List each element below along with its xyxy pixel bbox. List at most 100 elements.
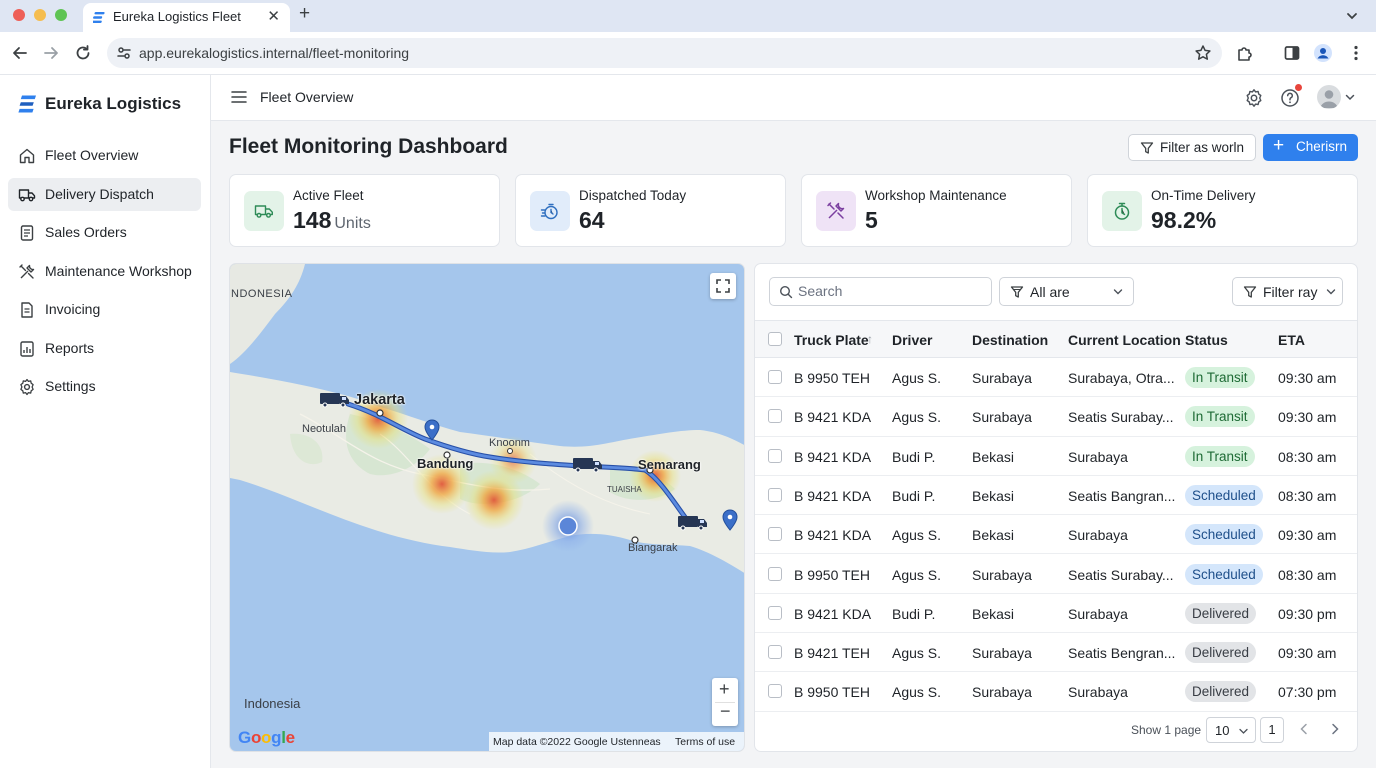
- tab-title: Eureka Logistics Fleet: [113, 9, 241, 24]
- profile-icon[interactable]: [1313, 43, 1333, 63]
- avatar[interactable]: [1317, 85, 1341, 109]
- map-fullscreen-button[interactable]: [710, 273, 736, 299]
- reload-icon[interactable]: [73, 43, 93, 63]
- stat-card-workshop-maintenance[interactable]: Workshop Maintenance 5: [801, 174, 1072, 247]
- extensions-puzzle-icon[interactable]: [1235, 43, 1255, 63]
- select-all-checkbox[interactable]: [768, 332, 782, 346]
- map-label-knoonm: Knoonm: [489, 437, 530, 449]
- eureka-logo-icon: [18, 95, 36, 113]
- zoom-in-icon[interactable]: +: [719, 679, 730, 700]
- zoom-out-icon[interactable]: −: [720, 701, 731, 722]
- stat-card-active-fleet[interactable]: Active Fleet 148 Units: [229, 174, 500, 247]
- row-checkbox[interactable]: [768, 448, 782, 463]
- sidebar-item-reports[interactable]: Reports: [8, 332, 201, 365]
- page-size-select[interactable]: 10: [1206, 717, 1256, 743]
- row-checkbox[interactable]: [768, 645, 782, 660]
- row-checkbox[interactable]: [768, 527, 782, 542]
- status-badge: Delivered: [1185, 642, 1257, 664]
- page-title: Fleet Monitoring Dashboard: [229, 135, 508, 158]
- row-checkbox[interactable]: [768, 487, 782, 502]
- back-arrow-icon[interactable]: [10, 43, 30, 63]
- settings-gear-icon[interactable]: [1244, 88, 1264, 108]
- row-checkbox[interactable]: [768, 370, 782, 384]
- sidebar-item-maintenance-workshop[interactable]: Maintenance Workshop: [8, 255, 201, 288]
- table-row[interactable]: B 9421 KDA Budi P. Bekasi Surabaya In Transi…: [755, 437, 1357, 476]
- window-minimize-button[interactable]: [34, 9, 46, 21]
- cell-destination: Bekasi: [972, 605, 1015, 622]
- row-checkbox[interactable]: [768, 684, 782, 699]
- window-maximize-button[interactable]: [55, 9, 67, 21]
- column-header-destination[interactable]: Destination: [972, 332, 1048, 348]
- table-row[interactable]: B 9950 TEH Agus S. Surabaya Surabaya Deliver…: [755, 672, 1357, 712]
- bookmark-star-icon[interactable]: [1194, 44, 1212, 62]
- row-checkbox[interactable]: [768, 605, 782, 620]
- column-header-truck-plate[interactable]: Truck Plate: [794, 332, 869, 348]
- sidebar-item-fleet-overview[interactable]: Fleet Overview: [8, 139, 201, 172]
- stat-card-dispatched-today[interactable]: Dispatched Today 64: [515, 174, 786, 247]
- tab-close-icon[interactable]: ✕: [267, 7, 280, 25]
- previous-page-icon[interactable]: [1296, 721, 1312, 737]
- filter-button[interactable]: Filter as worln: [1128, 134, 1256, 161]
- url-text[interactable]: app.eurekalogistics.internal/fleet-monit…: [139, 45, 409, 61]
- plus-icon: +: [1273, 135, 1285, 156]
- notification-dot: [1295, 84, 1302, 91]
- new-tab-icon[interactable]: +: [299, 3, 310, 25]
- stat-card-on-time-delivery[interactable]: On-Time Delivery 98.2%: [1087, 174, 1358, 247]
- table-row[interactable]: B 9421 KDA Budi P. Bekasi Seatis Bangran...…: [755, 476, 1357, 516]
- current-page-button[interactable]: 1: [1260, 717, 1284, 743]
- cell-driver: Agus S.: [892, 566, 942, 583]
- document-icon: [20, 225, 34, 241]
- table-row[interactable]: B 9950 TEH Agus S. Surabaya Seatis Surabay.…: [755, 555, 1357, 594]
- cell-eta: 09:30 am: [1278, 645, 1337, 662]
- map-terms-link[interactable]: Terms of use: [675, 736, 735, 748]
- account-chevron-down-icon[interactable]: [1344, 91, 1356, 103]
- map-label-semarang: Semarang: [638, 457, 701, 472]
- column-header-driver[interactable]: Driver: [892, 332, 932, 348]
- cell-eta: 07:30 pm: [1278, 684, 1337, 701]
- row-checkbox[interactable]: [768, 566, 782, 581]
- status-badge: In Transit: [1185, 445, 1255, 467]
- cell-current-location: Seatis Bengran...: [1068, 645, 1176, 662]
- table-row[interactable]: B 9421 TEH Agus S. Surabaya Seatis Bengran.…: [755, 633, 1357, 673]
- search-field[interactable]: [769, 277, 992, 306]
- site-settings-icon[interactable]: [116, 45, 132, 61]
- side-panel-icon[interactable]: [1282, 43, 1302, 63]
- window-close-button[interactable]: [13, 9, 25, 21]
- browser-menu-icon[interactable]: [1346, 43, 1366, 63]
- cell-destination: Surabaya: [972, 409, 1032, 426]
- browser-tab[interactable]: Eureka Logistics Fleet ✕: [83, 3, 290, 32]
- sort-arrow-icon[interactable]: ↑: [867, 332, 873, 346]
- stat-value: 98.2%: [1151, 207, 1217, 233]
- cell-destination: Surabaya: [972, 684, 1032, 701]
- sidebar-item-invoicing[interactable]: Invoicing: [8, 293, 201, 326]
- cell-current-location: Seatis Surabay...: [1068, 409, 1174, 426]
- chevron-down-icon: [1239, 728, 1248, 734]
- status-filter-dropdown[interactable]: All are: [999, 277, 1134, 306]
- column-header-eta[interactable]: ETA: [1278, 332, 1305, 348]
- sidebar-item-delivery-dispatch[interactable]: Delivery Dispatch: [8, 178, 201, 211]
- primary-action-button[interactable]: + Cherisrn: [1263, 134, 1358, 161]
- forward-arrow-icon[interactable]: [41, 43, 61, 63]
- cell-current-location: Surabaya: [1068, 448, 1128, 465]
- top-bar: Fleet Overview: [211, 75, 1376, 121]
- tab-list-chevron-icon[interactable]: [1341, 6, 1363, 26]
- cell-destination: Surabaya: [972, 370, 1032, 386]
- address-bar[interactable]: app.eurekalogistics.internal/fleet-monit…: [107, 38, 1222, 68]
- help-icon[interactable]: [1280, 88, 1300, 108]
- search-input[interactable]: [798, 283, 978, 299]
- table-row[interactable]: B 9421 KDA Agus S. Bekasi Surabaya Scheduled…: [755, 515, 1357, 555]
- fleet-map[interactable]: NDONESIA Jakarta Neotulah Bandung Knoonm…: [229, 263, 745, 752]
- column-header-current-location[interactable]: Current Location: [1068, 332, 1181, 348]
- row-checkbox[interactable]: [768, 409, 782, 424]
- column-header-status[interactable]: Status: [1185, 332, 1228, 348]
- range-filter-dropdown[interactable]: Filter ray: [1232, 277, 1343, 306]
- sidebar-item-settings[interactable]: Settings: [8, 370, 201, 403]
- table-row[interactable]: B 9950 TEH Agus S. Surabaya Surabaya, Otra.…: [755, 358, 1357, 398]
- next-page-icon[interactable]: [1327, 721, 1343, 737]
- table-row[interactable]: B 9421 KDA Budi P. Bekasi Surabaya Delivered…: [755, 594, 1357, 634]
- table-row[interactable]: B 9421 KDA Agus S. Surabaya Seatis Surabay.…: [755, 397, 1357, 437]
- sidebar-item-sales-orders[interactable]: Sales Orders: [8, 216, 201, 249]
- cell-current-location: Surabaya: [1068, 605, 1128, 622]
- hamburger-menu-icon[interactable]: [231, 90, 247, 104]
- map-attribution: Map data ©2022 Google Ustenneas Terms of…: [489, 732, 744, 751]
